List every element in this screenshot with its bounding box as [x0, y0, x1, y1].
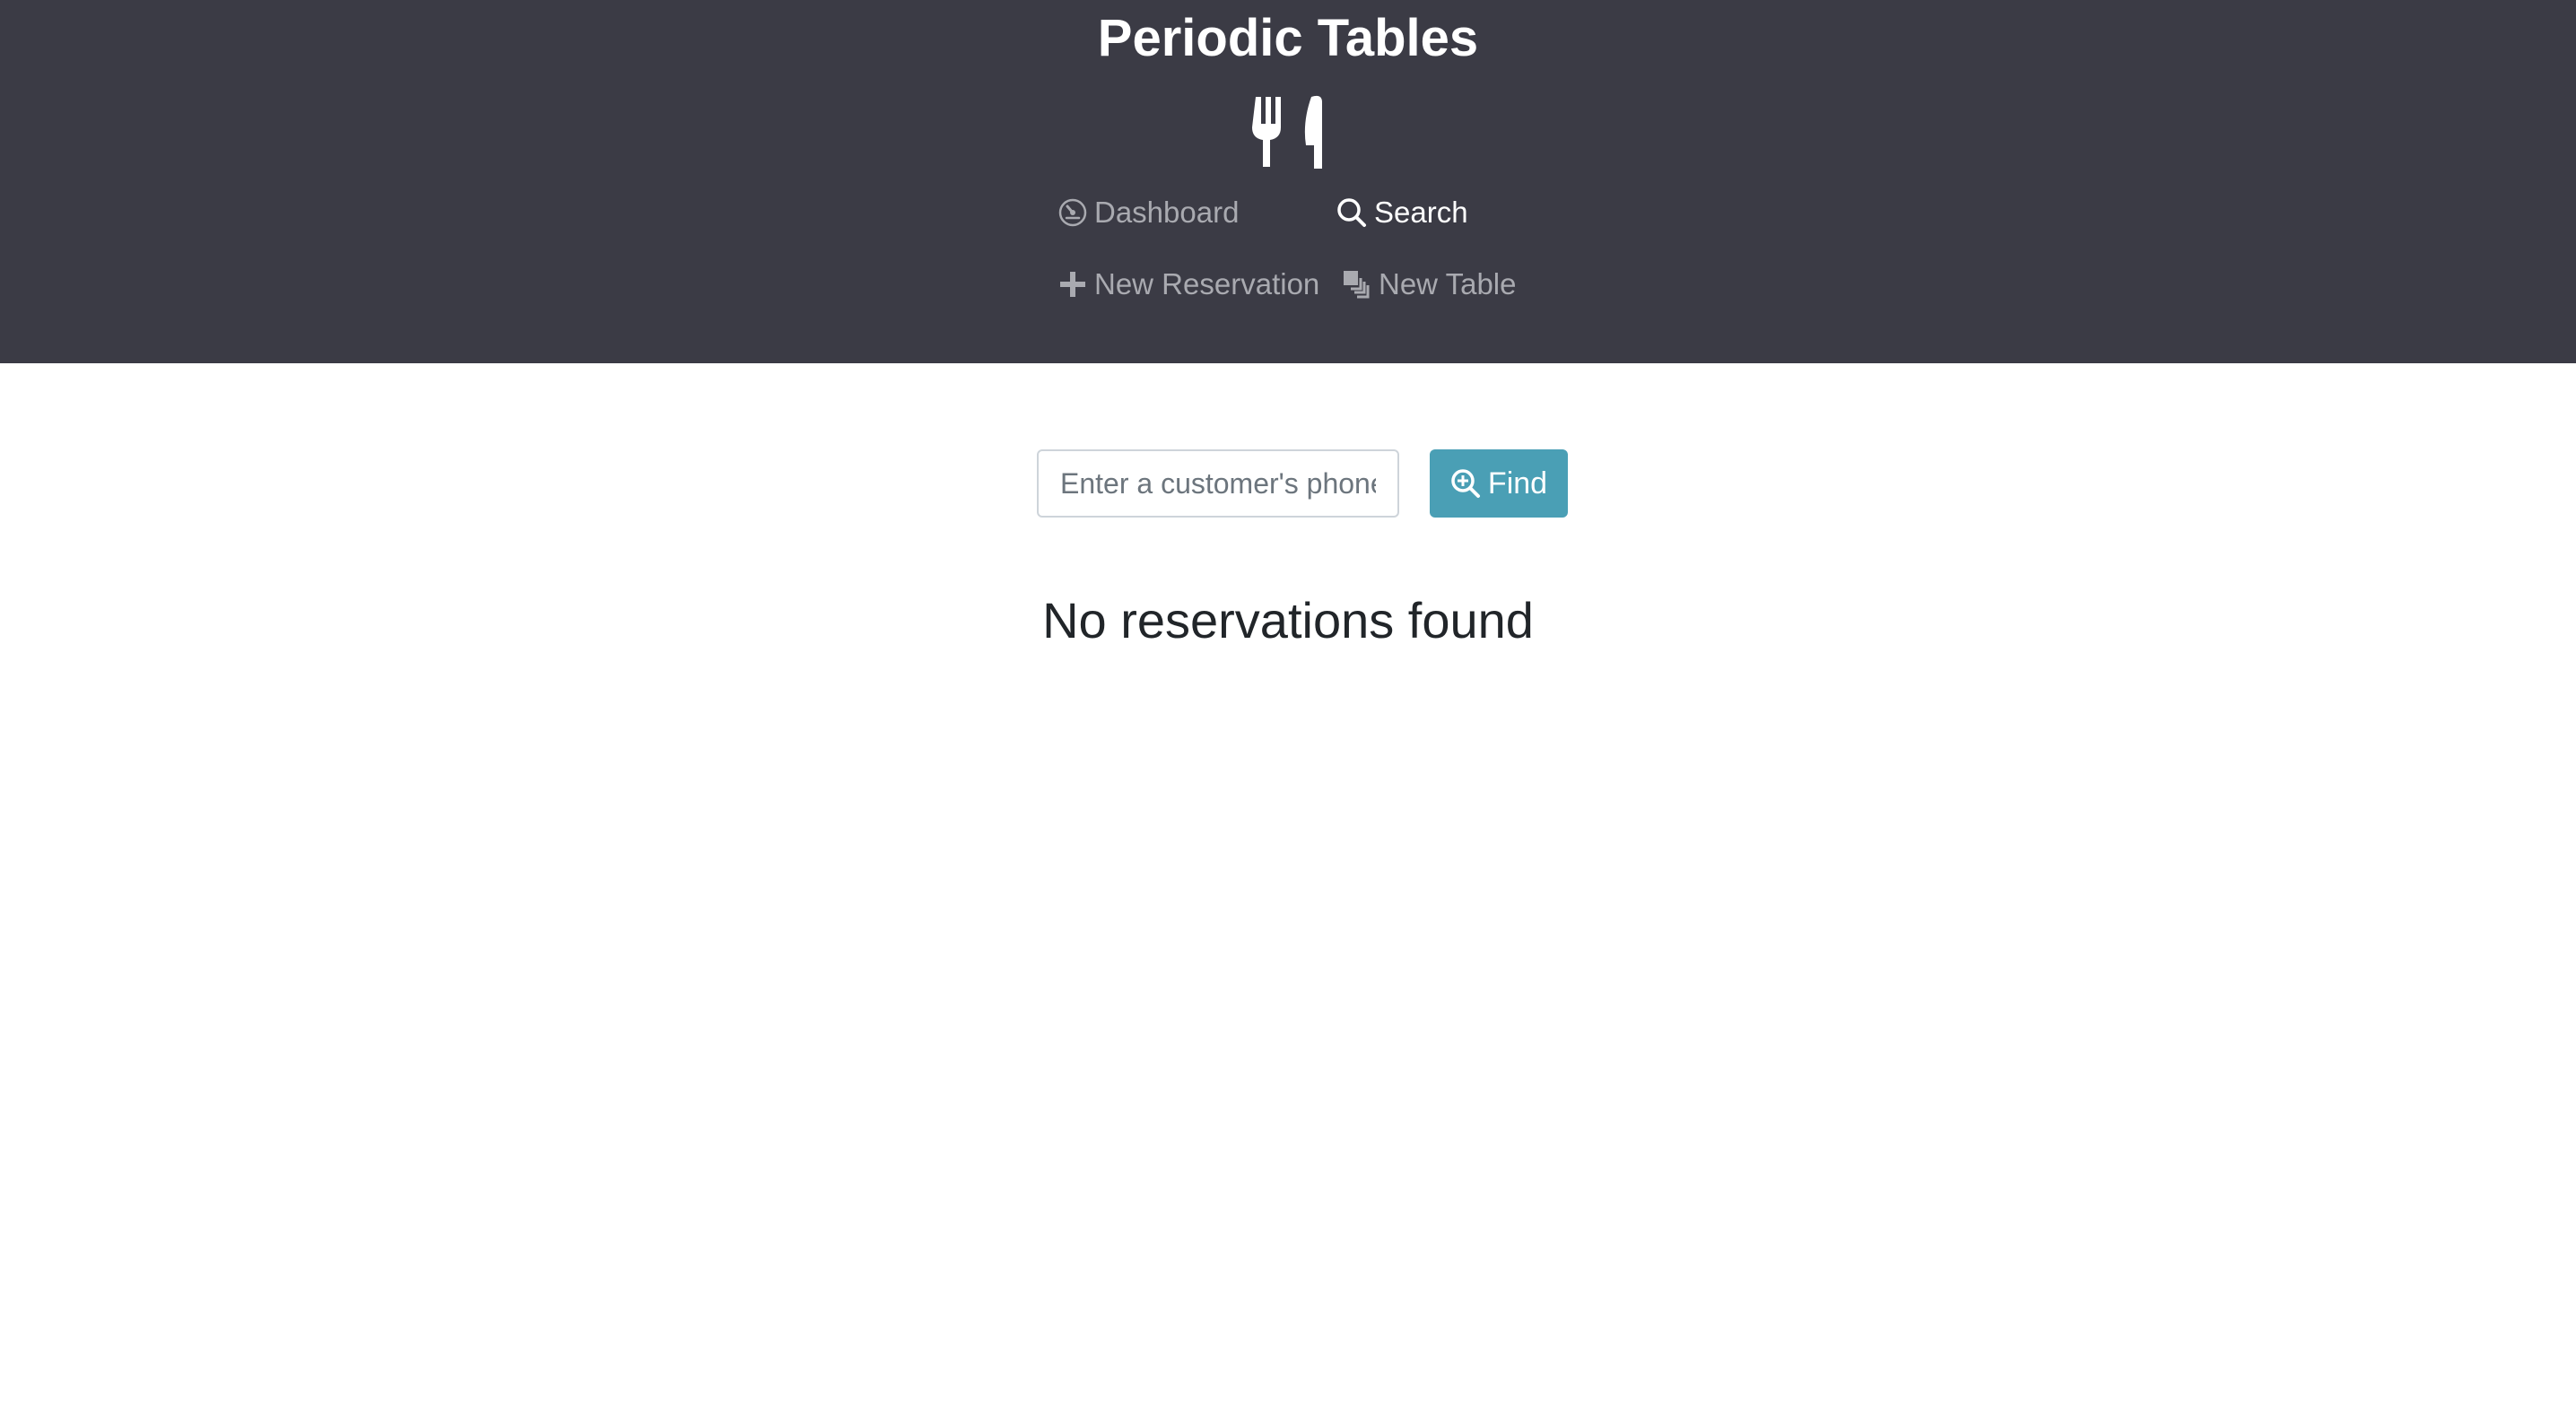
- nav-new-table[interactable]: New Table: [1343, 264, 1516, 305]
- nav-search-label: Search: [1374, 196, 1468, 229]
- nav-new-table-label: New Table: [1379, 267, 1517, 300]
- nav-search[interactable]: Search: [1336, 192, 1468, 233]
- nav-dashboard-label: Dashboard: [1094, 196, 1240, 229]
- app-title: Periodic Tables: [1097, 9, 1479, 67]
- phone-search-input[interactable]: [1037, 449, 1399, 518]
- layers-icon: [1344, 271, 1370, 299]
- zoom-in-icon: [1451, 469, 1480, 498]
- nav-new-reservation-label: New Reservation: [1094, 267, 1320, 300]
- plus-icon: [1060, 272, 1085, 297]
- nav-dashboard[interactable]: Dashboard: [1058, 192, 1239, 233]
- find-button[interactable]: Find: [1430, 449, 1568, 518]
- find-button-label: Find: [1487, 466, 1548, 500]
- no-results-message: No reservations found: [1042, 592, 1534, 648]
- utensils-icon: [1252, 95, 1322, 169]
- dashboard-icon: [1058, 198, 1087, 227]
- search-icon: [1337, 198, 1366, 227]
- nav-new-reservation[interactable]: New Reservation: [1058, 264, 1319, 305]
- top-navbar: Periodic Tables Dashboard Search New Res…: [0, 0, 2576, 363]
